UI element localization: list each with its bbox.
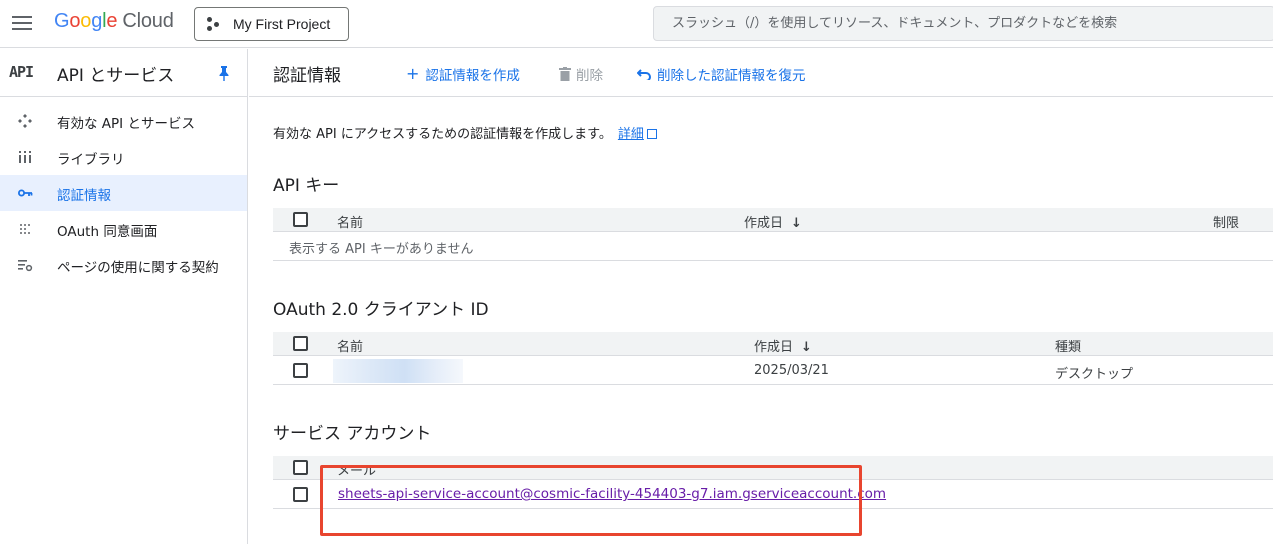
service-accounts-section-title: サービス アカウント (273, 424, 432, 444)
sidebar-item-label: ライブラリ (57, 152, 125, 168)
intro-text: 有効な API にアクセスするための認証情報を作成します。 詳細 (273, 123, 657, 142)
table-header: 名前 作成日 ↓ 制限 (273, 208, 1273, 232)
created-date: 2025/03/21 (754, 363, 829, 378)
main-content: 認証情報 + 認証情報を作成 削除 削除した認証情報を復元 有効な API にア… (249, 49, 1273, 544)
pin-icon[interactable] (218, 66, 230, 81)
plus-icon: + (406, 64, 420, 83)
learn-more-link[interactable]: 詳細 (618, 127, 644, 142)
top-bar: Google Cloud My First Project (0, 0, 1273, 48)
sidebar-item-credentials[interactable]: 認証情報 (0, 175, 247, 211)
sidebar: API API とサービス 有効な API とサービス ライブラリ 認証情報 O (0, 49, 248, 544)
sidebar-item-label: OAuth 同意画面 (57, 224, 158, 240)
oauth-clients-table: 名前 作成日 ↓ 種類 2025/03/21 デスクトップ (273, 332, 1273, 385)
client-type: デスクトップ (1055, 367, 1134, 382)
dots-grid-icon (20, 224, 30, 234)
select-all-checkbox[interactable] (293, 460, 308, 475)
column-header-email[interactable]: メール (337, 460, 376, 479)
sidebar-item-label: ページの使用に関する契約 (57, 260, 219, 276)
page-title: 認証情報 (273, 66, 341, 86)
column-header-name[interactable]: 名前 (337, 212, 363, 231)
sidebar-item-oauth-consent[interactable]: OAuth 同意画面 (0, 211, 247, 247)
settings-list-icon (18, 260, 33, 272)
project-selector-button[interactable]: My First Project (194, 7, 349, 41)
library-icon (19, 151, 31, 163)
sidebar-title: API とサービス (57, 66, 175, 86)
sidebar-item-library[interactable]: ライブラリ (0, 139, 247, 175)
table-row: 2025/03/21 デスクトップ (273, 356, 1273, 385)
google-cloud-logo[interactable]: Google Cloud (54, 10, 174, 33)
undo-icon (637, 69, 651, 80)
row-checkbox[interactable] (293, 363, 308, 378)
column-header-created[interactable]: 作成日 ↓ (754, 336, 812, 355)
api-network-icon (18, 114, 32, 128)
select-all-checkbox[interactable] (293, 212, 308, 227)
restore-deleted-credentials-button[interactable]: 削除した認証情報を復元 (637, 64, 806, 84)
sidebar-item-label: 有効な API とサービス (57, 116, 195, 132)
sort-arrow-down-icon: ↓ (801, 340, 812, 355)
oauth-section-title: OAuth 2.0 クライアント ID (273, 300, 489, 320)
empty-message: 表示する API キーがありません (289, 242, 474, 257)
redacted-client-name[interactable] (333, 359, 463, 383)
column-header-name[interactable]: 名前 (337, 336, 363, 355)
create-credentials-button[interactable]: + 認証情報を作成 (406, 64, 520, 85)
api-badge-icon: API (9, 63, 34, 81)
table-row: sheets-api-service-account@cosmic-facili… (273, 480, 1273, 509)
key-icon (18, 189, 33, 197)
project-name: My First Project (233, 16, 331, 32)
sidebar-item-label: 認証情報 (57, 188, 111, 204)
service-account-email-link[interactable]: sheets-api-service-account@cosmic-facili… (338, 486, 886, 502)
project-hub-icon (207, 17, 225, 31)
column-header-limit[interactable]: 制限 (1213, 212, 1239, 231)
hamburger-menu-icon[interactable] (11, 12, 33, 34)
sidebar-item-enabled-apis[interactable]: 有効な API とサービス (0, 103, 247, 139)
service-accounts-table: メール sheets-api-service-account@cosmic-fa… (273, 456, 1273, 509)
table-row-empty: 表示する API キーがありません (273, 232, 1273, 261)
table-header: 名前 作成日 ↓ 種類 (273, 332, 1273, 356)
column-header-created[interactable]: 作成日 ↓ (744, 212, 802, 231)
sidebar-item-page-usage-agreements[interactable]: ページの使用に関する契約 (0, 247, 247, 283)
main-header: 認証情報 + 認証情報を作成 削除 削除した認証情報を復元 (249, 49, 1273, 97)
search-input[interactable] (653, 6, 1273, 41)
external-link-icon (646, 129, 657, 139)
sidebar-header: API API とサービス (0, 49, 247, 97)
sort-arrow-down-icon: ↓ (791, 216, 802, 231)
api-keys-table: 名前 作成日 ↓ 制限 表示する API キーがありません (273, 208, 1273, 261)
api-keys-section-title: API キー (273, 176, 340, 196)
trash-icon (559, 67, 571, 81)
select-all-checkbox[interactable] (293, 336, 308, 351)
table-header: メール (273, 456, 1273, 480)
row-checkbox[interactable] (293, 487, 308, 502)
delete-button[interactable]: 削除 (559, 64, 603, 84)
column-header-type[interactable]: 種類 (1055, 336, 1081, 355)
